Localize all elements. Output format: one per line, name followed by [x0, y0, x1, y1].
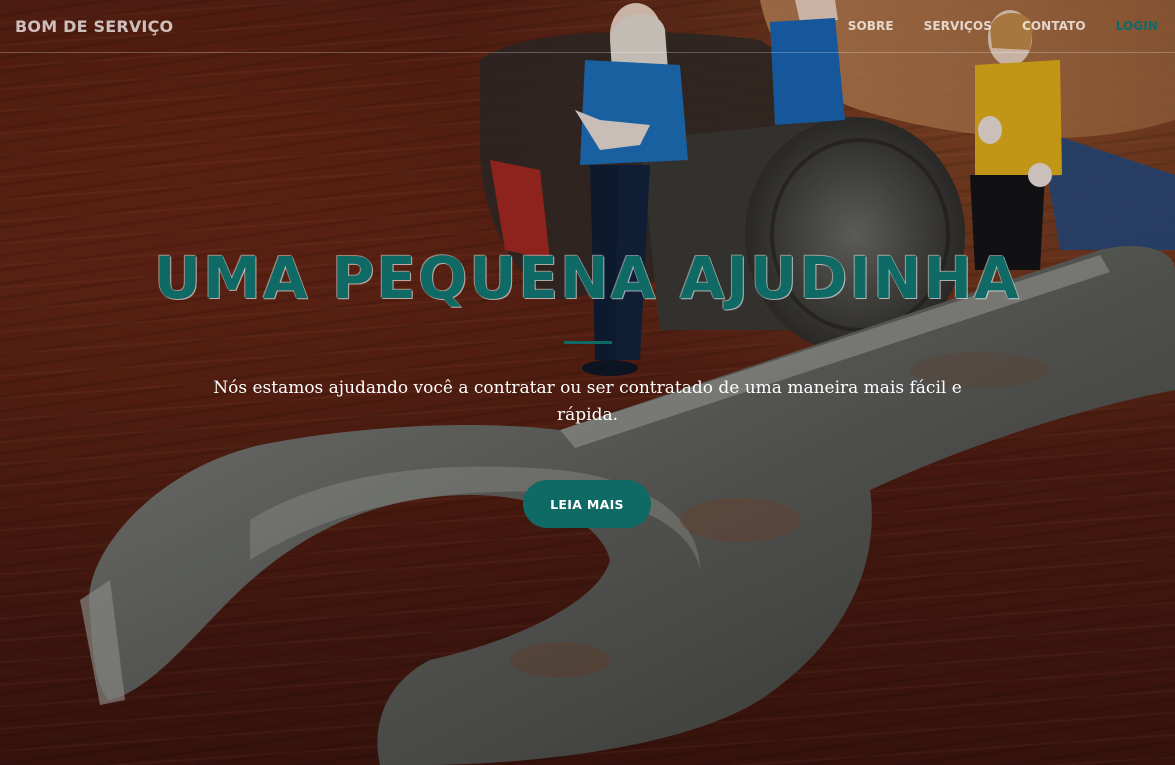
- nav-link-contato[interactable]: CONTATO: [1022, 19, 1086, 33]
- leia-mais-button[interactable]: LEIA MAIS: [523, 480, 651, 528]
- hero-subtitle: Nós estamos ajudando você a contratar ou…: [213, 378, 962, 425]
- nav-link-login[interactable]: LOGIN: [1116, 19, 1158, 33]
- hero-section: BOM DE SERVIÇO SOBRE SERVIÇOS CONTATO LO…: [0, 0, 1175, 765]
- hero-content: UMA PEQUENA AJUDINHA Nós estamos ajudand…: [0, 0, 1175, 765]
- nav-links: SOBRE SERVIÇOS CONTATO LOGIN: [818, 19, 1158, 33]
- nav-link-servicos[interactable]: SERVIÇOS: [924, 19, 992, 33]
- brand-logo[interactable]: BOM DE SERVIÇO: [15, 17, 173, 36]
- top-navbar: BOM DE SERVIÇO SOBRE SERVIÇOS CONTATO LO…: [0, 0, 1175, 53]
- title-divider: [564, 341, 612, 344]
- hero-title: UMA PEQUENA AJUDINHA: [154, 244, 1021, 312]
- nav-link-sobre[interactable]: SOBRE: [848, 19, 894, 33]
